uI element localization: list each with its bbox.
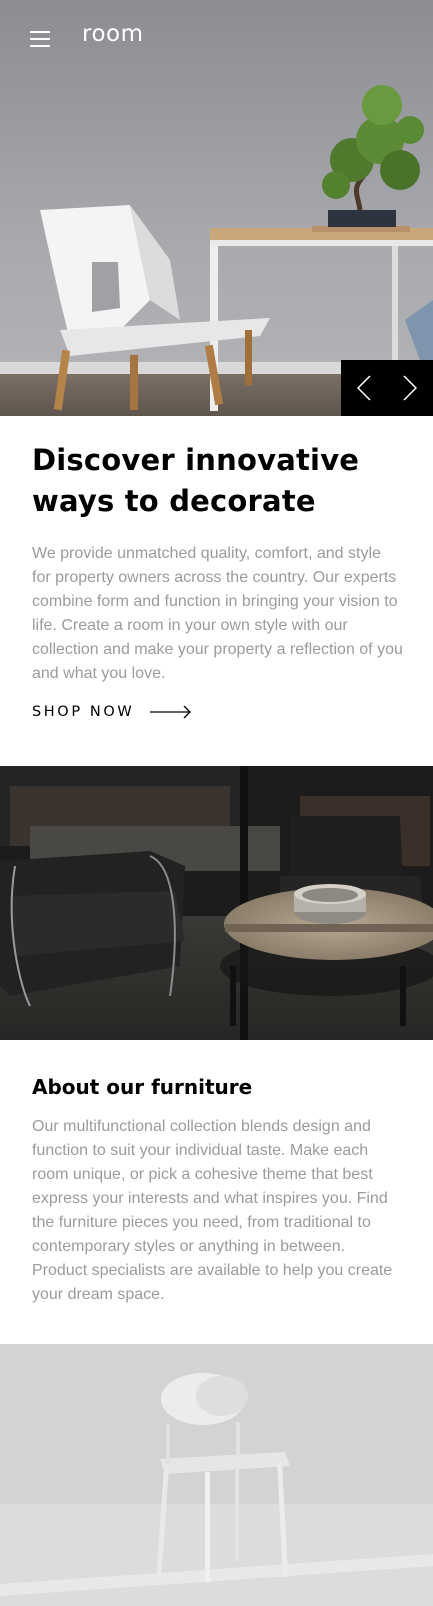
intro-title-line1: Discover innovative <box>32 443 360 477</box>
intro-body: We provide unmatched quality, comfort, a… <box>32 545 403 682</box>
intro-title-line2: ways to decorate <box>32 484 316 518</box>
hamburger-menu-icon[interactable] <box>30 28 56 50</box>
slider-nav <box>341 360 433 416</box>
about-body: Our multifunctional collection blends de… <box>32 1118 393 1303</box>
chevron-right-icon <box>403 375 417 401</box>
white-chair-photo <box>0 1344 433 1606</box>
hero-photo <box>0 0 433 416</box>
menu-bar <box>30 31 50 33</box>
site-logo[interactable]: room <box>82 21 144 47</box>
about-title: About our furniture <box>32 1075 253 1099</box>
intro-section: Discover innovative ways to decorate We … <box>32 440 404 720</box>
prev-slide-button[interactable] <box>341 360 387 416</box>
intro-title: Discover innovative ways to decorate <box>32 440 404 522</box>
chevron-left-icon <box>357 375 371 401</box>
about-section: About our furniture Our multifunctional … <box>32 1073 404 1307</box>
dark-room-image <box>0 766 433 1040</box>
menu-bar <box>30 45 50 47</box>
next-slide-button[interactable] <box>387 360 433 416</box>
menu-bar <box>30 38 50 40</box>
white-chair-image <box>0 1344 433 1606</box>
shop-now-label: SHOP NOW <box>32 704 135 720</box>
hero-image: room <box>0 0 433 416</box>
shop-now-link[interactable]: SHOP NOW <box>32 704 404 720</box>
dark-room-photo <box>0 766 433 1040</box>
arrow-right-icon <box>150 705 192 719</box>
